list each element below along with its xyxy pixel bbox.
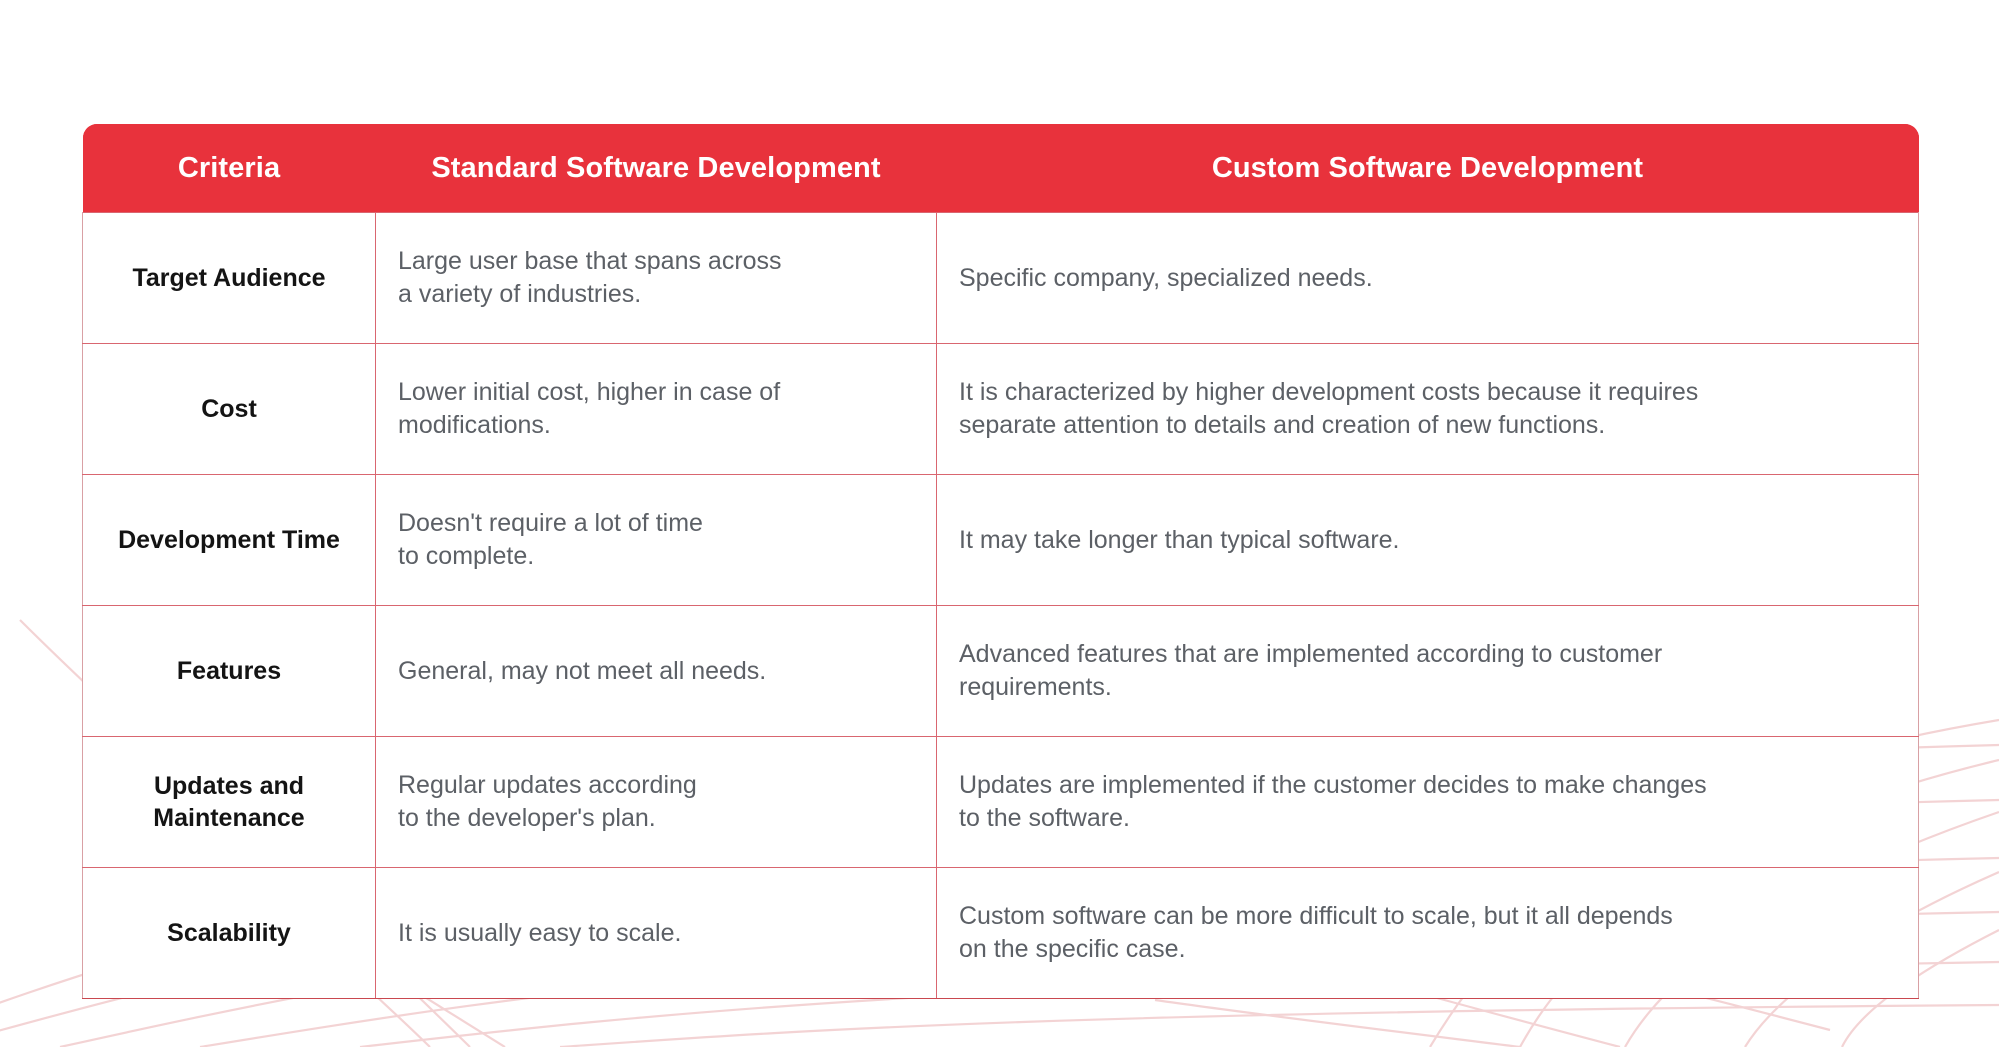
cell-custom: Specific company, specialized needs. xyxy=(936,212,1919,344)
table-row: Updates and Maintenance Regular updates … xyxy=(82,736,1919,868)
custom-text: It may take longer than typical software… xyxy=(959,525,1400,554)
cell-criteria: Features xyxy=(82,605,376,737)
standard-text: Lower initial cost, higher in case of mo… xyxy=(398,378,781,439)
table-body: Target Audience Large user base that spa… xyxy=(82,212,1919,999)
standard-text: Regular updates according to the develop… xyxy=(398,771,697,832)
custom-text: Updates are implemented if the customer … xyxy=(959,771,1707,832)
table-row: Target Audience Large user base that spa… xyxy=(82,212,1919,344)
comparison-table-container: Criteria Standard Software Development C… xyxy=(82,124,1919,999)
standard-text: It is usually easy to scale. xyxy=(398,918,682,947)
cell-criteria: Target Audience xyxy=(82,212,376,344)
table-row: Scalability It is usually easy to scale.… xyxy=(82,867,1919,999)
cell-standard: Lower initial cost, higher in case of mo… xyxy=(375,343,937,475)
column-header-criteria: Criteria xyxy=(82,124,376,213)
cell-standard: It is usually easy to scale. xyxy=(375,867,937,999)
standard-text: General, may not meet all needs. xyxy=(398,656,767,685)
column-header-custom-software-development: Custom Software Development xyxy=(936,124,1919,213)
table-row: Features General, may not meet all needs… xyxy=(82,605,1919,737)
table-header: Criteria Standard Software Development C… xyxy=(82,124,1919,213)
cell-custom: Advanced features that are implemented a… xyxy=(936,605,1919,737)
cell-standard: General, may not meet all needs. xyxy=(375,605,937,737)
cell-custom: Custom software can be more difficult to… xyxy=(936,867,1919,999)
standard-text: Doesn't require a lot of time to complet… xyxy=(398,509,703,570)
cell-custom: It is characterized by higher developmen… xyxy=(936,343,1919,475)
cell-criteria: Development Time xyxy=(82,474,376,606)
cell-standard: Regular updates according to the develop… xyxy=(375,736,937,868)
column-header-standard-software-development: Standard Software Development xyxy=(375,124,937,213)
custom-text: Custom software can be more difficult to… xyxy=(959,902,1673,963)
cell-standard: Doesn't require a lot of time to complet… xyxy=(375,474,937,606)
table-row: Development Time Doesn't require a lot o… xyxy=(82,474,1919,606)
criteria-label: Target Audience xyxy=(132,264,326,292)
custom-text: Advanced features that are implemented a… xyxy=(959,640,1663,701)
cell-criteria: Scalability xyxy=(82,867,376,999)
standard-text: Large user base that spans across a vari… xyxy=(398,247,782,308)
cell-custom: It may take longer than typical software… xyxy=(936,474,1919,606)
criteria-label: Scalability xyxy=(167,919,291,947)
cell-criteria: Updates and Maintenance xyxy=(82,736,376,868)
cell-standard: Large user base that spans across a vari… xyxy=(375,212,937,344)
cell-custom: Updates are implemented if the customer … xyxy=(936,736,1919,868)
custom-text: It is characterized by higher developmen… xyxy=(959,378,1699,439)
comparison-table: Criteria Standard Software Development C… xyxy=(82,124,1919,999)
custom-text: Specific company, specialized needs. xyxy=(959,263,1373,292)
criteria-label: Cost xyxy=(201,395,257,423)
criteria-label: Updates and Maintenance xyxy=(153,772,305,832)
table-header-row: Criteria Standard Software Development C… xyxy=(82,124,1919,213)
table-row: Cost Lower initial cost, higher in case … xyxy=(82,343,1919,475)
cell-criteria: Cost xyxy=(82,343,376,475)
criteria-label: Features xyxy=(176,657,282,685)
criteria-label: Development Time xyxy=(118,526,340,554)
